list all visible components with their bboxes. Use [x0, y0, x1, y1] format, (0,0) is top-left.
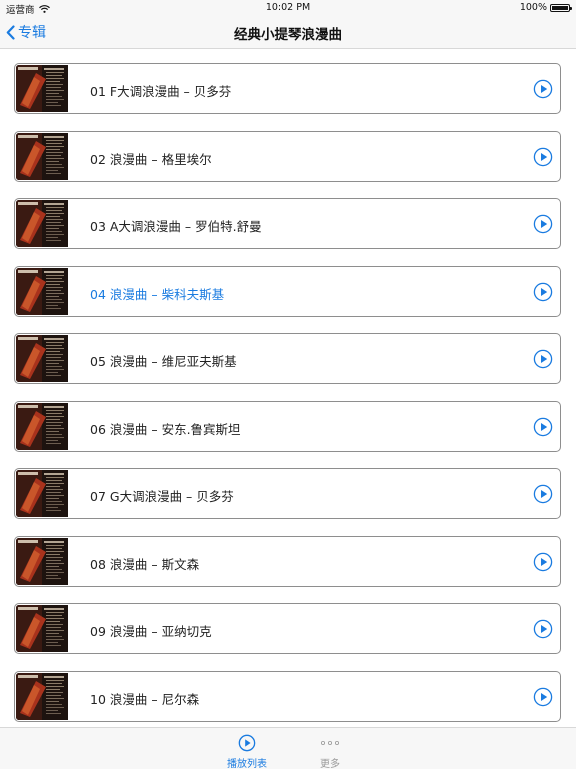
album-cover-art — [16, 537, 68, 585]
track-row[interactable]: 05 浪漫曲 – 维尼亚夫斯基 — [14, 333, 561, 384]
track-title: 10 浪漫曲 – 尼尔森 — [90, 691, 200, 707]
play-button-icon[interactable] — [533, 552, 553, 572]
battery-percent: 100% — [519, 2, 547, 13]
track-row[interactable]: 02 浪漫曲 – 格里埃尔 — [14, 130, 561, 182]
tab-playlist[interactable]: 播放列表 — [217, 733, 277, 770]
album-thumbnail — [16, 132, 68, 180]
album-cover-art — [16, 672, 68, 720]
more-dots-icon — [320, 740, 339, 746]
battery-group: 100% — [519, 2, 572, 13]
track-title: 02 浪漫曲 – 格里埃尔 — [90, 151, 212, 167]
track-title: 08 浪漫曲 – 斯文森 — [90, 556, 200, 572]
status-time: 10:02 PM — [265, 2, 311, 13]
track-title: 04 浪漫曲 – 柴科夫斯基 — [90, 286, 225, 302]
album-thumbnail — [16, 605, 68, 652]
album-cover-art — [16, 335, 68, 382]
play-circle-icon — [238, 734, 256, 752]
tab-bar: 播放列表 更多 — [0, 727, 576, 770]
track-row[interactable]: 08 浪漫曲 – 斯文森 — [14, 535, 561, 587]
track-row[interactable]: 03 A大调浪漫曲 – 罗伯特.舒曼 — [14, 198, 561, 249]
track-row[interactable]: 06 浪漫曲 – 安东.鲁宾斯坦 — [14, 400, 561, 452]
play-button-icon[interactable] — [533, 282, 553, 302]
album-thumbnail — [16, 335, 68, 382]
play-button-icon[interactable] — [533, 484, 553, 504]
play-button-icon[interactable] — [533, 417, 553, 437]
battery-icon — [550, 3, 572, 12]
album-thumbnail — [16, 537, 68, 585]
play-button-icon[interactable] — [533, 349, 553, 369]
track-row[interactable]: 07 G大调浪漫曲 – 贝多芬 — [14, 468, 561, 519]
album-cover-art — [16, 65, 68, 112]
album-cover-art — [16, 267, 68, 315]
album-cover-art — [16, 402, 68, 450]
play-button-icon[interactable] — [533, 687, 553, 707]
album-cover-art — [16, 470, 68, 517]
status-bar: 运营商 10:02 PM 100% — [0, 0, 576, 16]
album-thumbnail — [16, 200, 68, 247]
track-title: 06 浪漫曲 – 安东.鲁宾斯坦 — [90, 421, 241, 437]
album-thumbnail — [16, 672, 68, 720]
track-title: 03 A大调浪漫曲 – 罗伯特.舒曼 — [90, 219, 262, 234]
album-cover-art — [16, 200, 68, 247]
page-title: 经典小提琴浪漫曲 — [234, 27, 342, 43]
play-button-icon[interactable] — [533, 619, 553, 639]
play-button-icon[interactable] — [533, 214, 553, 234]
album-thumbnail — [16, 470, 68, 517]
track-row[interactable]: 09 浪漫曲 – 亚纳切克 — [14, 603, 561, 654]
track-title: 01 F大调浪漫曲 – 贝多芬 — [90, 84, 232, 99]
track-row[interactable]: 01 F大调浪漫曲 – 贝多芬 — [14, 63, 561, 114]
tab-more[interactable]: 更多 — [300, 733, 360, 770]
track-title: 05 浪漫曲 – 维尼亚夫斯基 — [90, 354, 237, 369]
track-title: 07 G大调浪漫曲 – 贝多芬 — [90, 489, 234, 504]
track-list: 01 F大调浪漫曲 – 贝多芬 02 浪漫曲 – 格里埃尔 03 A大调浪漫曲 – … — [14, 63, 561, 738]
album-thumbnail — [16, 65, 68, 112]
track-title: 09 浪漫曲 – 亚纳切克 — [90, 624, 212, 639]
play-button-icon[interactable] — [533, 147, 553, 167]
album-cover-art — [16, 605, 68, 652]
album-thumbnail — [16, 402, 68, 450]
play-button-icon[interactable] — [533, 79, 553, 99]
track-row[interactable]: 04 浪漫曲 – 柴科夫斯基 — [14, 265, 561, 317]
album-thumbnail — [16, 267, 68, 315]
navigation-bar: 专辑 经典小提琴浪漫曲 — [0, 16, 576, 49]
track-row[interactable]: 10 浪漫曲 – 尼尔森 — [14, 670, 561, 722]
album-cover-art — [16, 132, 68, 180]
